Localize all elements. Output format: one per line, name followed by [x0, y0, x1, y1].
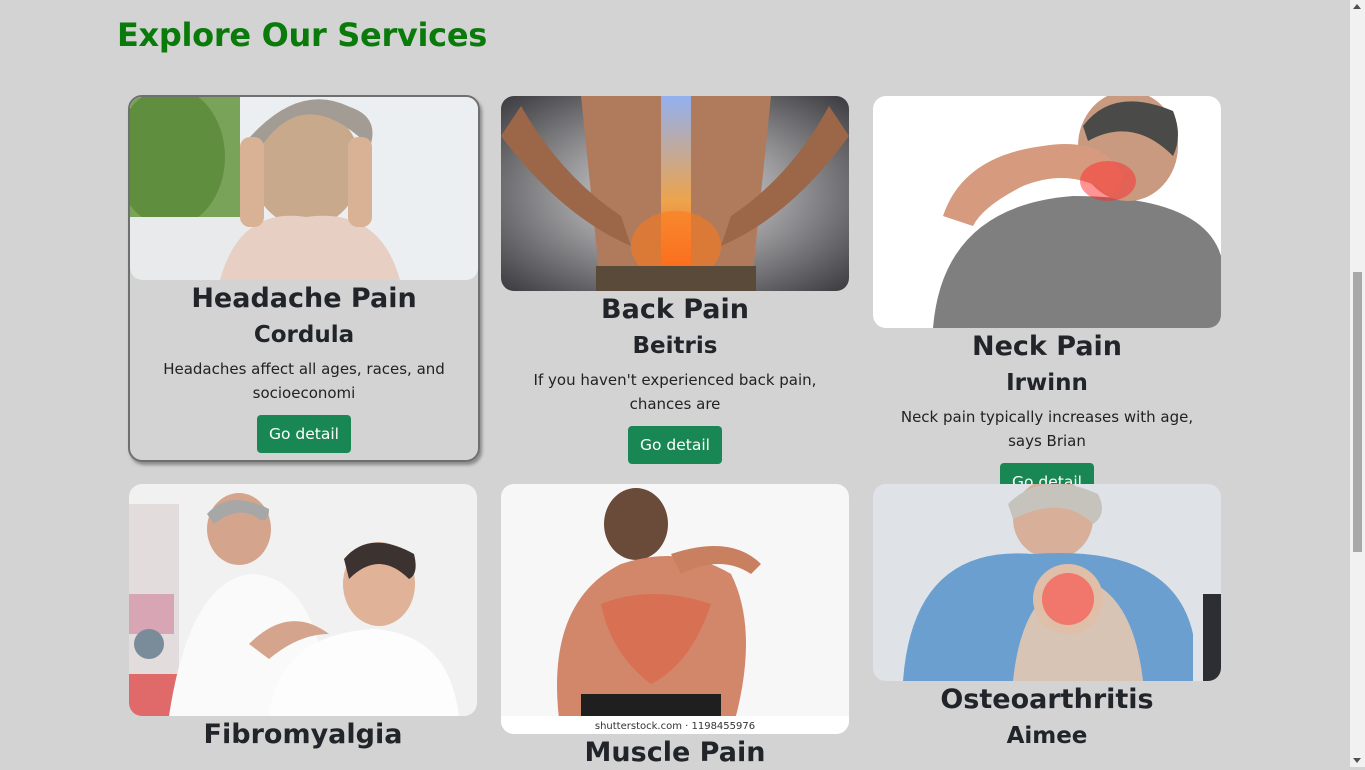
headache-card-image	[130, 97, 478, 280]
fibromyalgia-card-image	[129, 484, 477, 716]
service-card-neck-pain[interactable]: Neck Pain Irwinn Neck pain typically inc…	[873, 96, 1221, 501]
card-description: If you haven't experienced back pain, ch…	[533, 371, 817, 413]
muscle-pain-card-image: shutterstock.com · 1198455976	[501, 484, 849, 734]
service-card-fibromyalgia[interactable]: Fibromyalgia	[129, 484, 477, 767]
service-card-headache[interactable]: Headache Pain Cordula Headaches affect a…	[128, 95, 480, 462]
scroll-down-icon[interactable]	[1353, 758, 1361, 763]
service-card-osteoarthritis[interactable]: Osteoarthritis Aimee	[873, 484, 1221, 767]
card-description: Headaches affect all ages, races, and so…	[163, 360, 445, 402]
scroll-thumb[interactable]	[1353, 272, 1362, 552]
scroll-up-icon[interactable]	[1353, 4, 1361, 9]
card-author: Irwinn	[1006, 370, 1088, 396]
card-title: Back Pain	[601, 294, 749, 325]
card-author: Aimee	[1006, 723, 1088, 749]
shutterstock-watermark: shutterstock.com · 1198455976	[595, 721, 755, 732]
card-author: Beitris	[632, 333, 718, 359]
service-card-back-pain[interactable]: Back Pain Beitris If you haven't experie…	[501, 96, 849, 476]
neck-pain-card-image	[873, 96, 1221, 328]
page-title: Explore Our Services	[117, 16, 487, 54]
card-title: Headache Pain	[191, 283, 417, 314]
back-pain-card-image	[501, 96, 849, 291]
card-author: Cordula	[253, 322, 355, 348]
card-description: Neck pain typically increases with age, …	[900, 408, 1194, 450]
osteoarthritis-card-image	[873, 484, 1221, 681]
go-detail-button[interactable]: Go detail	[628, 426, 722, 464]
page-scrollbar[interactable]	[1350, 0, 1365, 767]
card-title: Muscle Pain	[584, 737, 766, 768]
card-title: Osteoarthritis	[940, 684, 1154, 715]
service-card-muscle-pain[interactable]: shutterstock.com · 1198455976 Muscle Pai…	[501, 484, 849, 768]
card-title: Fibromyalgia	[203, 719, 403, 750]
go-detail-button[interactable]: Go detail	[257, 415, 351, 453]
card-title: Neck Pain	[971, 331, 1123, 362]
